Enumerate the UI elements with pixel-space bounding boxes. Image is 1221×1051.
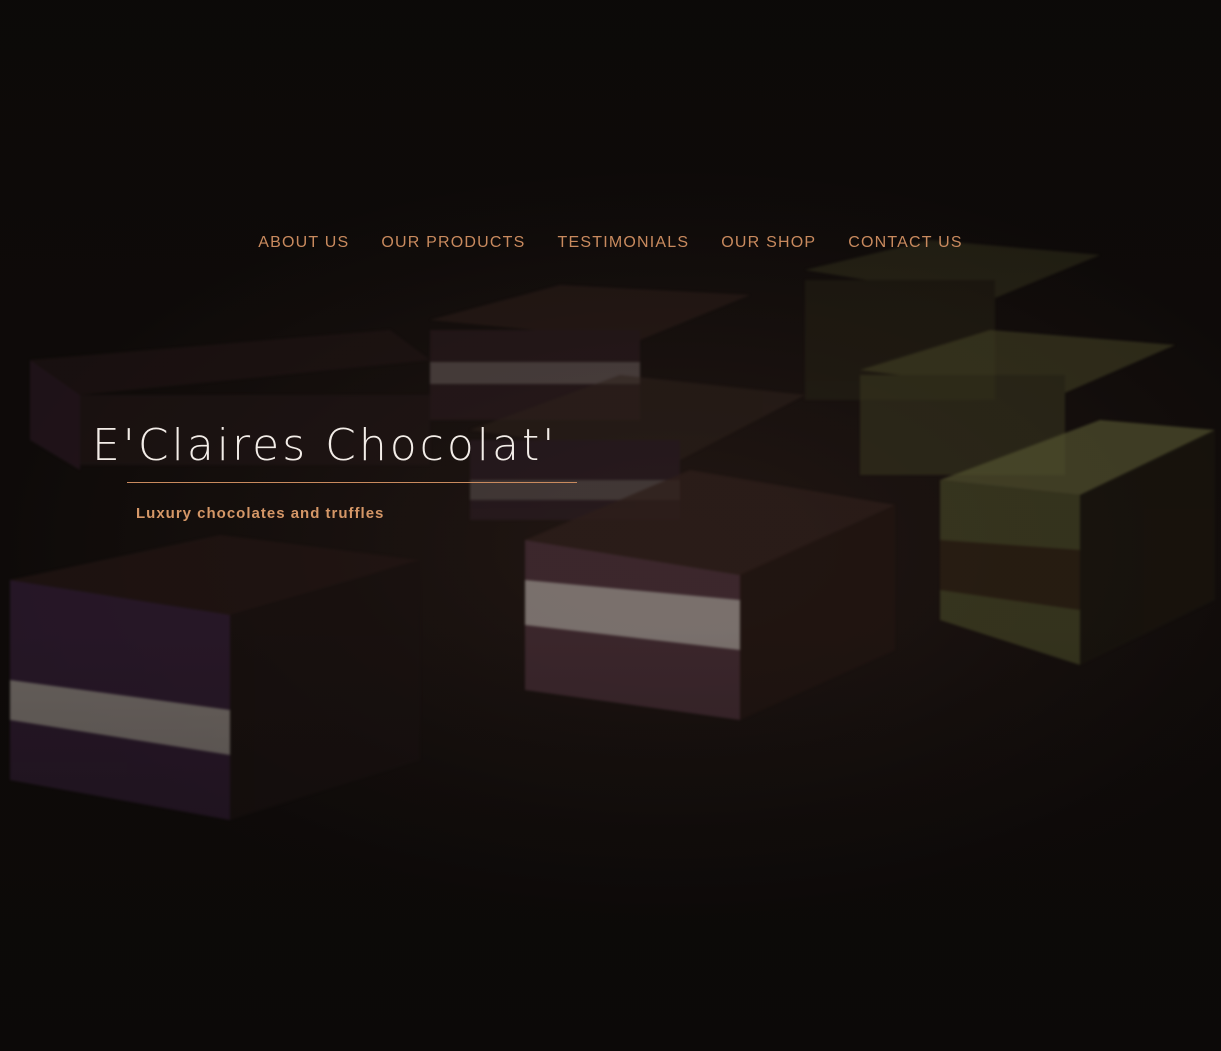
nav-link-our-shop[interactable]: OUR SHOP bbox=[721, 234, 816, 252]
nav-link-about-us[interactable]: ABOUT US bbox=[258, 234, 349, 252]
brand-title: E'Claires Chocolat' bbox=[92, 420, 558, 471]
title-divider bbox=[127, 482, 577, 483]
dark-overlay bbox=[0, 0, 1221, 1051]
hero-section: ABOUT US OUR PRODUCTS TESTIMONIALS OUR S… bbox=[0, 0, 1221, 1051]
nav-link-contact-us[interactable]: CONTACT US bbox=[848, 234, 963, 252]
main-navigation: ABOUT US OUR PRODUCTS TESTIMONIALS OUR S… bbox=[0, 234, 1221, 252]
nav-link-our-products[interactable]: OUR PRODUCTS bbox=[381, 234, 525, 252]
brand-tagline: Luxury chocolates and truffles bbox=[136, 505, 385, 522]
nav-link-testimonials[interactable]: TESTIMONIALS bbox=[558, 234, 690, 252]
